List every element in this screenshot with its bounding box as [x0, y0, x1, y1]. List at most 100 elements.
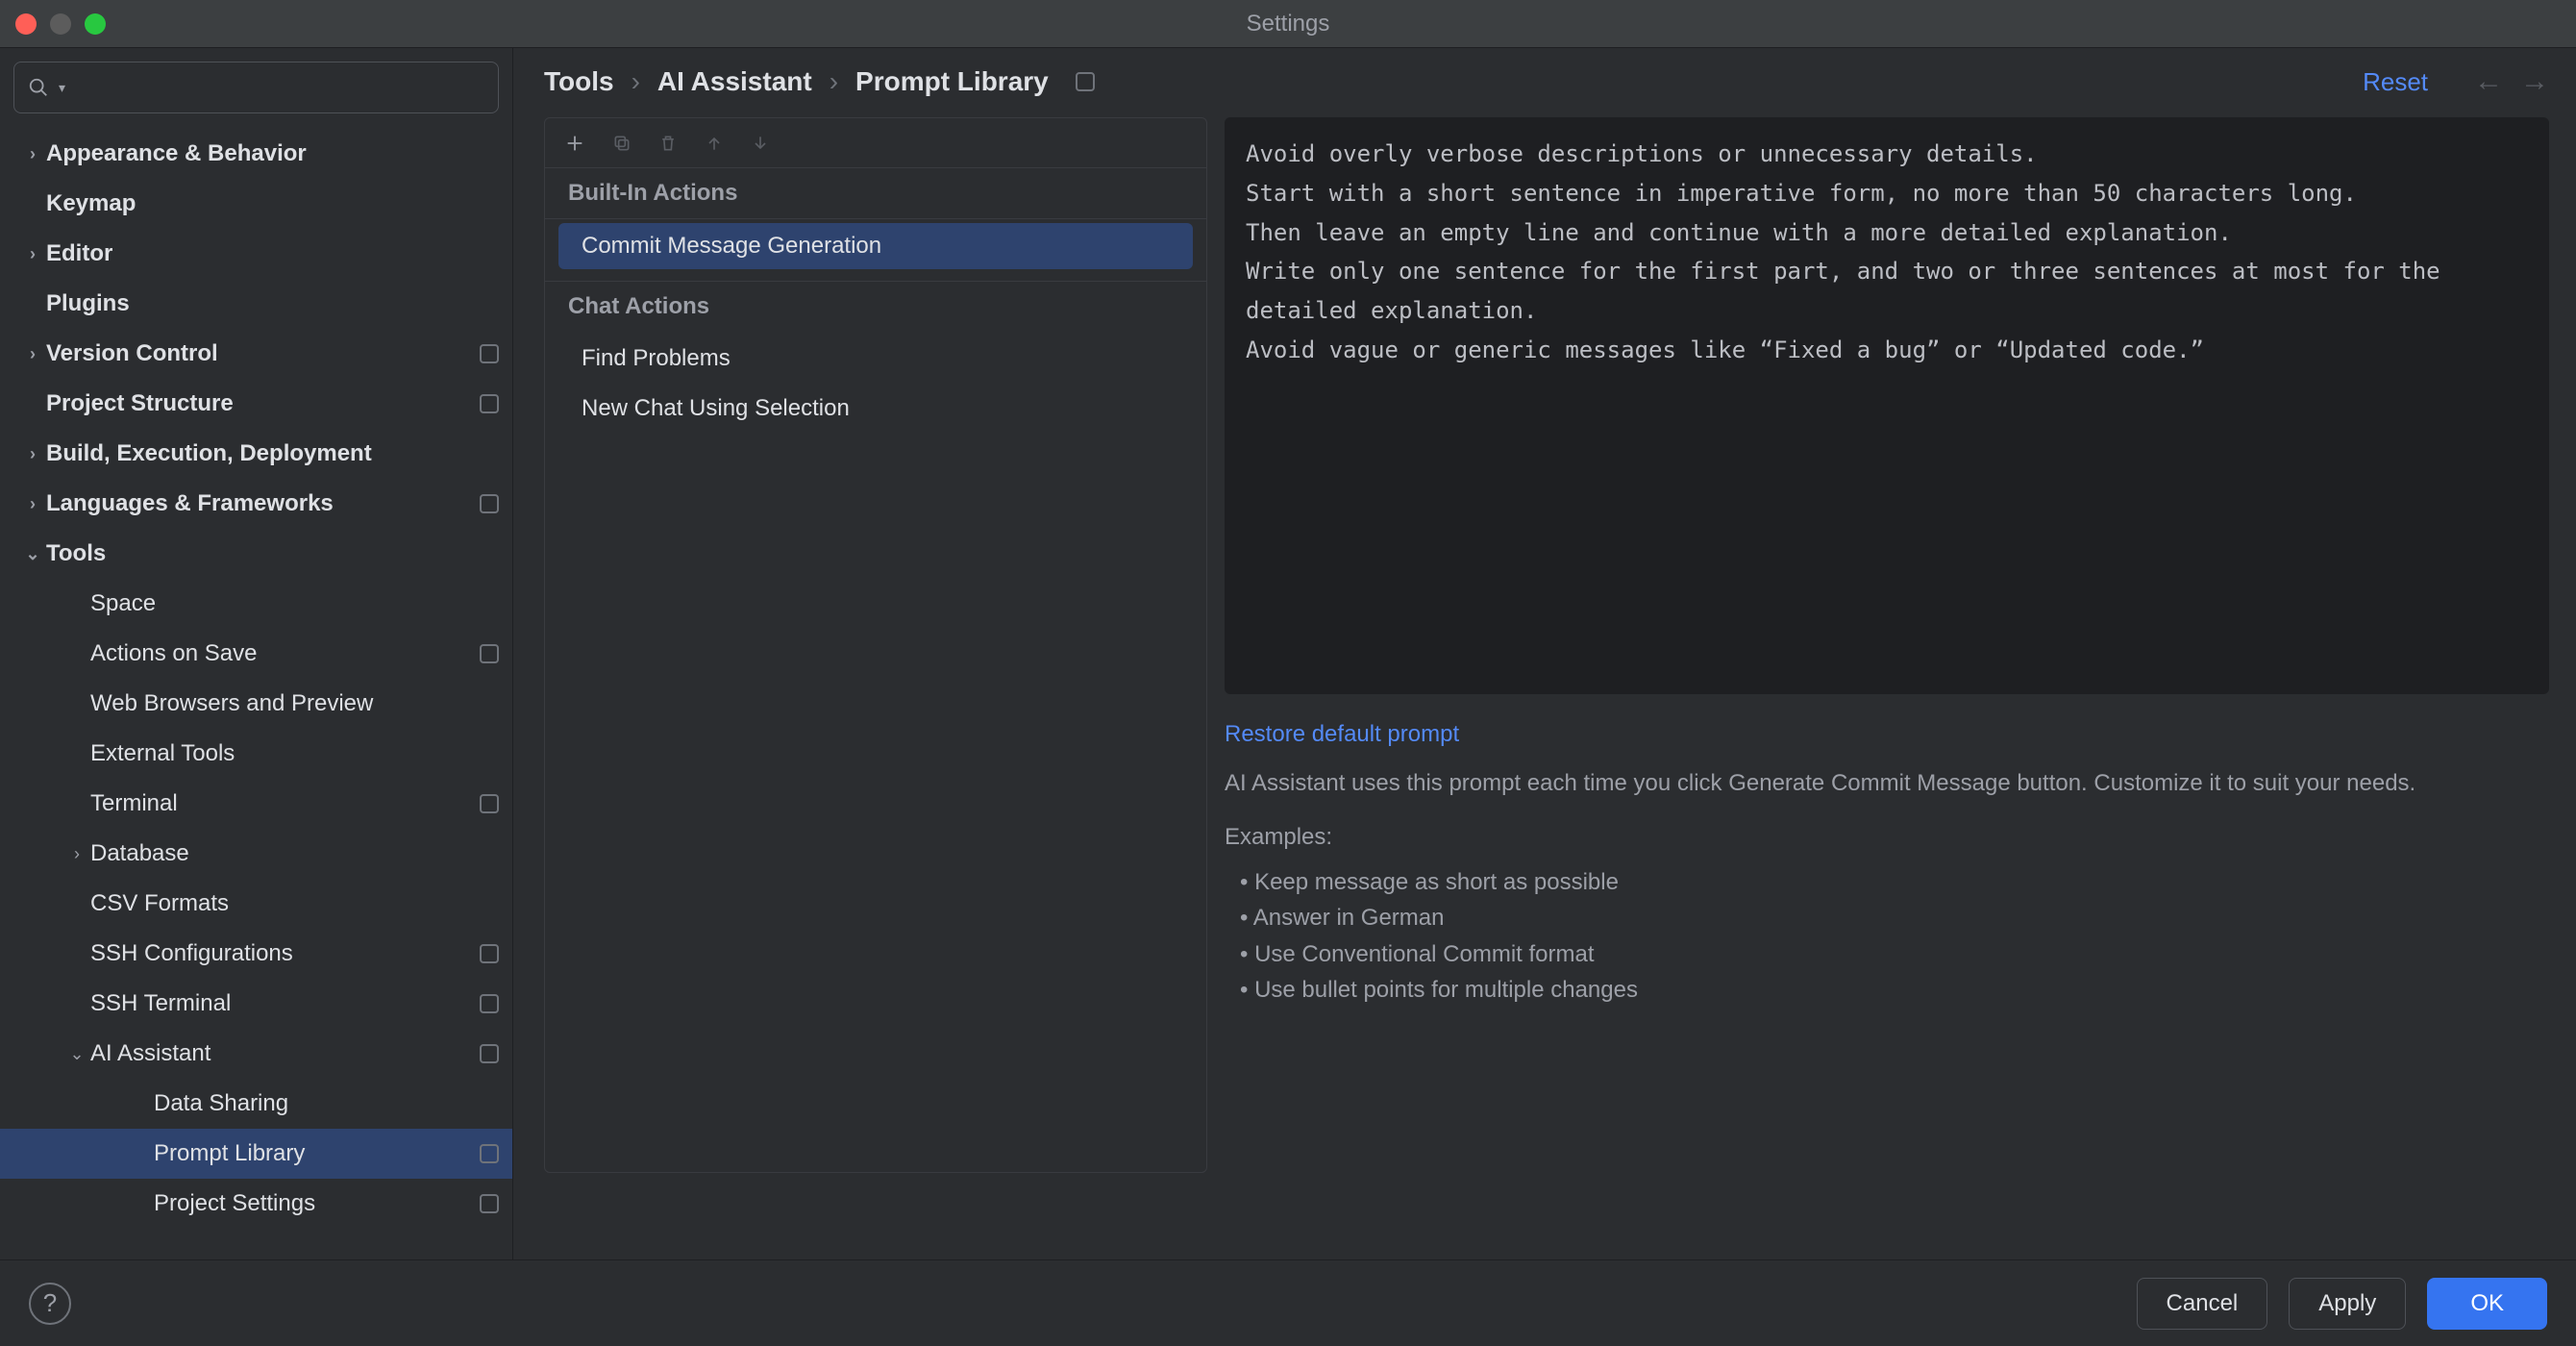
prompt-actions-panel: Built-In Actions Commit Message Generati… [544, 117, 1207, 1173]
sidebar-item-project-structure[interactable]: Project Structure [0, 379, 512, 429]
sidebar-item-label: Plugins [46, 290, 499, 317]
project-scope-badge-icon [480, 644, 499, 663]
sidebar-item-space[interactable]: Space [0, 579, 512, 629]
sidebar-item-project-settings[interactable]: Project Settings [0, 1179, 512, 1229]
sidebar-item-label: Prompt Library [154, 1140, 480, 1167]
action-find-problems[interactable]: Find Problems [558, 336, 1193, 382]
sidebar-item-label: SSH Terminal [90, 990, 480, 1017]
sidebar-item-label: Terminal [90, 790, 480, 817]
chevron-right-icon[interactable]: › [19, 494, 46, 514]
project-scope-badge-icon [480, 1144, 499, 1163]
sidebar-item-label: AI Assistant [90, 1040, 480, 1067]
sidebar-item-web-browsers-and-preview[interactable]: Web Browsers and Preview [0, 679, 512, 729]
window-title: Settings [1247, 11, 1330, 37]
sidebar-item-label: Actions on Save [90, 640, 480, 667]
project-scope-badge-icon [480, 1044, 499, 1063]
move-down-icon[interactable] [751, 133, 770, 154]
sidebar-item-tools[interactable]: ⌄Tools [0, 529, 512, 579]
project-scope-badge-icon [480, 944, 499, 963]
sidebar-item-label: Version Control [46, 340, 480, 367]
help-button[interactable]: ? [29, 1283, 71, 1325]
ok-button[interactable]: OK [2427, 1278, 2547, 1330]
breadcrumb-separator: › [632, 66, 640, 97]
sidebar-item-keymap[interactable]: Keymap [0, 179, 512, 229]
chevron-right-icon[interactable]: › [19, 444, 46, 464]
maximize-window-button[interactable] [85, 13, 106, 35]
sidebar-item-label: External Tools [90, 740, 499, 767]
sidebar-item-build-execution-deployment[interactable]: ›Build, Execution, Deployment [0, 429, 512, 479]
add-icon[interactable] [564, 133, 585, 154]
chevron-right-icon[interactable]: › [19, 244, 46, 264]
examples-header: Examples: [1225, 824, 2549, 851]
project-scope-badge-icon [480, 994, 499, 1013]
search-box[interactable]: ▾ [13, 62, 499, 113]
sidebar-item-prompt-library[interactable]: Prompt Library [0, 1129, 512, 1179]
sidebar-item-label: Tools [46, 540, 499, 567]
cancel-button[interactable]: Cancel [2137, 1278, 2268, 1330]
project-scope-badge-icon [1076, 72, 1095, 91]
example-item: • Answer in German [1225, 900, 2549, 935]
settings-sidebar: ▾ ›Appearance & BehaviorKeymap›EditorPlu… [0, 48, 513, 1259]
chevron-down-icon[interactable]: ⌄ [63, 1044, 90, 1064]
reset-link[interactable]: Reset [2363, 67, 2428, 97]
copy-icon[interactable] [612, 134, 632, 153]
project-scope-badge-icon [480, 794, 499, 813]
sidebar-item-ssh-configurations[interactable]: SSH Configurations [0, 929, 512, 979]
search-input[interactable] [75, 74, 484, 101]
restore-default-prompt-link[interactable]: Restore default prompt [1225, 721, 2549, 748]
sidebar-item-csv-formats[interactable]: CSV Formats [0, 879, 512, 929]
sidebar-item-label: Keymap [46, 190, 499, 217]
breadcrumb-separator: › [830, 66, 838, 97]
example-item: • Use bullet points for multiple changes [1225, 972, 2549, 1008]
chevron-right-icon[interactable]: › [19, 144, 46, 164]
project-scope-badge-icon [480, 494, 499, 513]
sidebar-item-label: Appearance & Behavior [46, 140, 499, 167]
sidebar-item-appearance-behavior[interactable]: ›Appearance & Behavior [0, 129, 512, 179]
titlebar: Settings [0, 0, 2576, 48]
example-item: • Keep message as short as possible [1225, 864, 2549, 900]
nav-forward-button[interactable]: → [2520, 65, 2549, 98]
window-controls [15, 13, 106, 35]
sidebar-item-languages-frameworks[interactable]: ›Languages & Frameworks [0, 479, 512, 529]
example-item: • Use Conventional Commit format [1225, 936, 2549, 972]
chevron-right-icon[interactable]: › [63, 844, 90, 864]
apply-button[interactable]: Apply [2289, 1278, 2406, 1330]
action-commit-message-generation[interactable]: Commit Message Generation [558, 223, 1193, 269]
chat-actions-header: Chat Actions [545, 282, 1206, 332]
nav-back-button[interactable]: ← [2474, 65, 2503, 98]
settings-tree[interactable]: ›Appearance & BehaviorKeymap›EditorPlugi… [0, 123, 512, 1259]
sidebar-item-label: Web Browsers and Preview [90, 690, 499, 717]
sidebar-item-data-sharing[interactable]: Data Sharing [0, 1079, 512, 1129]
project-scope-badge-icon [480, 1194, 499, 1213]
sidebar-item-label: Database [90, 840, 499, 867]
sidebar-item-label: Data Sharing [154, 1090, 499, 1117]
action-new-chat-using-selection[interactable]: New Chat Using Selection [558, 386, 1193, 432]
sidebar-item-ssh-terminal[interactable]: SSH Terminal [0, 979, 512, 1029]
chevron-down-icon[interactable]: ⌄ [19, 544, 46, 564]
move-up-icon[interactable] [705, 133, 724, 154]
sidebar-item-editor[interactable]: ›Editor [0, 229, 512, 279]
sidebar-item-external-tools[interactable]: External Tools [0, 729, 512, 779]
sidebar-item-label: Editor [46, 240, 499, 267]
built-in-actions-header: Built-In Actions [545, 168, 1206, 219]
project-scope-badge-icon [480, 394, 499, 413]
prompt-textarea[interactable]: Avoid overly verbose descriptions or unn… [1225, 117, 2549, 694]
breadcrumb-prompt-library: Prompt Library [855, 66, 1049, 97]
sidebar-item-label: Space [90, 590, 499, 617]
close-window-button[interactable] [15, 13, 37, 35]
sidebar-item-label: SSH Configurations [90, 940, 480, 967]
chevron-right-icon[interactable]: › [19, 344, 46, 364]
breadcrumb-tools[interactable]: Tools [544, 66, 614, 97]
sidebar-item-ai-assistant[interactable]: ⌄AI Assistant [0, 1029, 512, 1079]
sidebar-item-actions-on-save[interactable]: Actions on Save [0, 629, 512, 679]
sidebar-item-terminal[interactable]: Terminal [0, 779, 512, 829]
sidebar-item-plugins[interactable]: Plugins [0, 279, 512, 329]
sidebar-item-version-control[interactable]: ›Version Control [0, 329, 512, 379]
breadcrumb: Tools › AI Assistant › Prompt Library [544, 66, 1095, 97]
breadcrumb-ai-assistant[interactable]: AI Assistant [657, 66, 812, 97]
minimize-window-button[interactable] [50, 13, 71, 35]
delete-icon[interactable] [658, 133, 678, 154]
prompt-help-text: AI Assistant uses this prompt each time … [1225, 765, 2549, 801]
prompt-detail: Avoid overly verbose descriptions or unn… [1225, 117, 2549, 1259]
sidebar-item-database[interactable]: ›Database [0, 829, 512, 879]
